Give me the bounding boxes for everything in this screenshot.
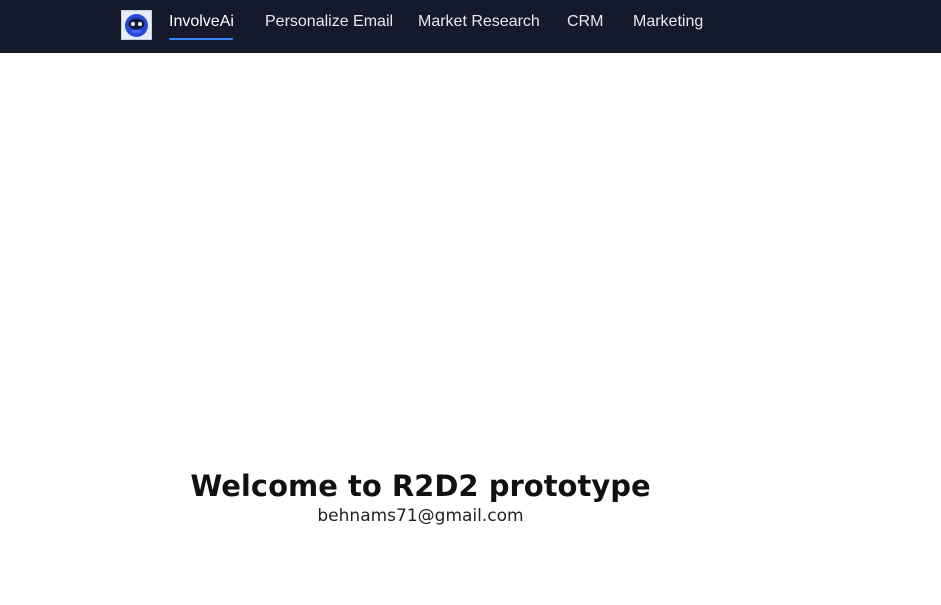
nav-item-involveai[interactable]: InvolveAi — [169, 11, 234, 32]
page-title: Welcome to R2D2 prototype — [190, 469, 651, 504]
user-email: behnams71@gmail.com — [317, 506, 524, 526]
main-nav: InvolveAi Personalize Email Market Resea… — [0, 0, 941, 53]
active-tab-indicator — [169, 38, 233, 40]
nav-item-crm[interactable]: CRM — [567, 11, 603, 32]
top-navigation-bar: InvolveAi Personalize Email Market Resea… — [0, 0, 941, 53]
nav-item-marketing[interactable]: Marketing — [633, 11, 703, 32]
nav-item-market-research[interactable]: Market Research — [418, 11, 540, 32]
nav-item-personalize-email[interactable]: Personalize Email — [265, 11, 393, 32]
